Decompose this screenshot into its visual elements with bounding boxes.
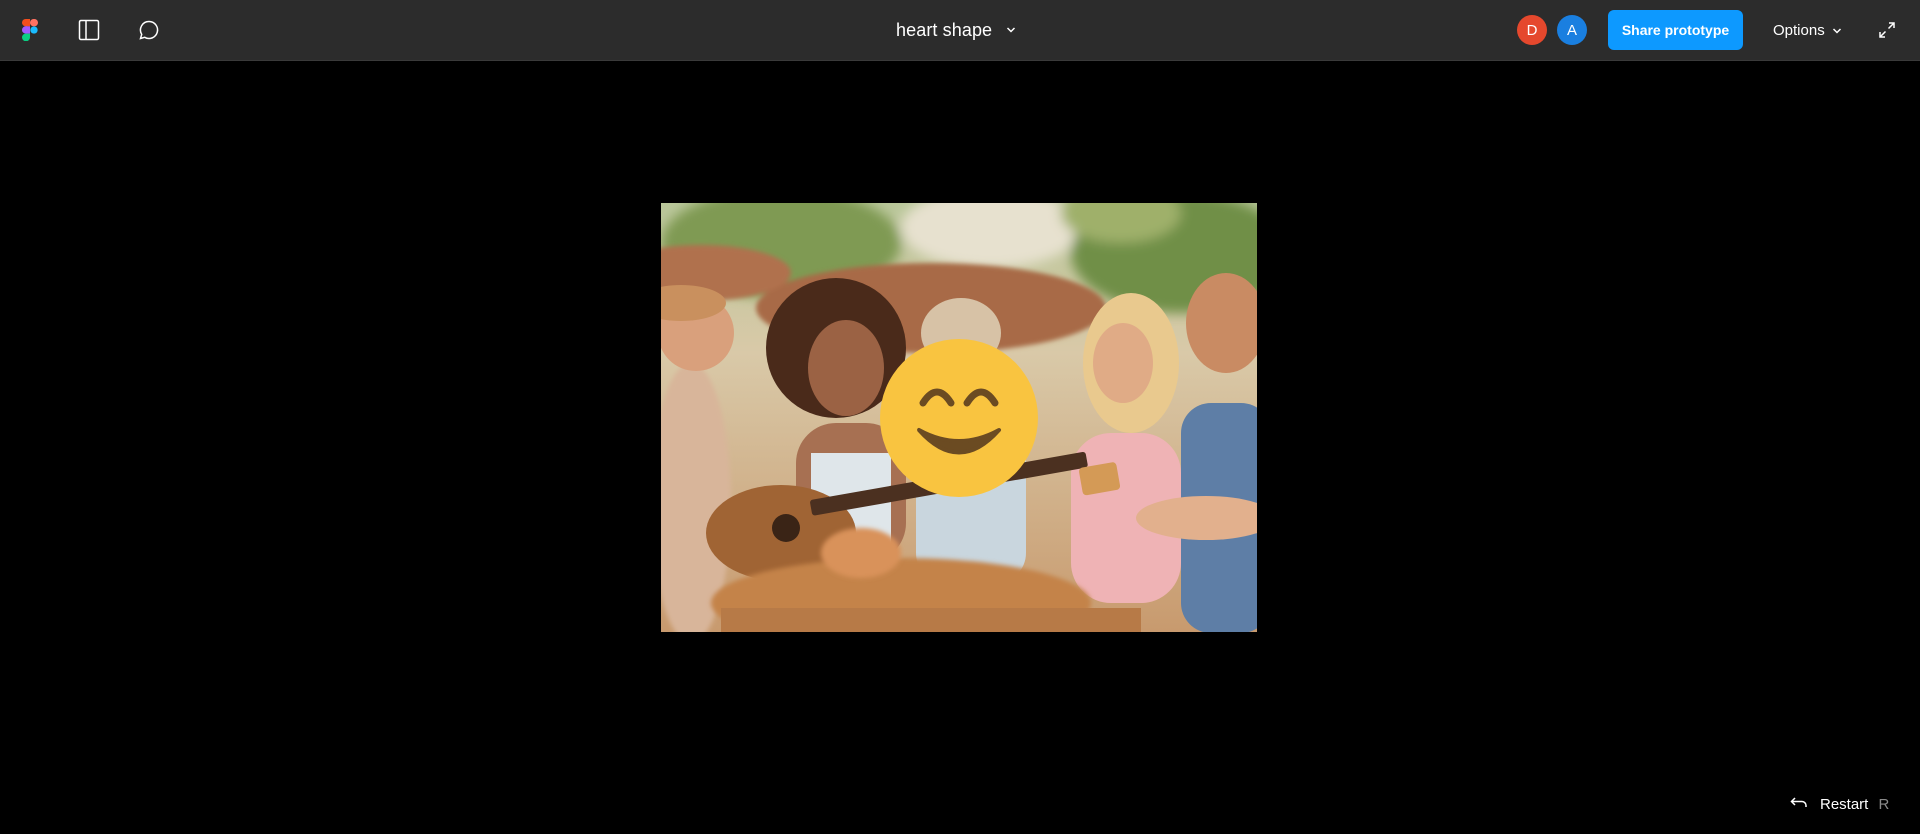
restart-label: Restart xyxy=(1820,795,1869,813)
expand-icon[interactable] xyxy=(1872,15,1902,45)
options-label: Options xyxy=(1773,21,1825,39)
figma-logo-icon[interactable] xyxy=(15,15,45,45)
prototype-frame[interactable] xyxy=(661,203,1257,632)
comment-icon[interactable] xyxy=(134,15,164,45)
options-menu[interactable]: Options xyxy=(1773,19,1842,41)
restart-shortcut: R xyxy=(1878,795,1890,813)
undo-arrow-icon xyxy=(1790,795,1808,813)
share-prototype-button[interactable]: Share prototype xyxy=(1608,10,1743,50)
avatar-d[interactable]: D xyxy=(1517,15,1547,45)
toolbar: heart shape D A Share prototype Options xyxy=(0,0,1920,61)
sidebar-toggle-icon[interactable] xyxy=(74,15,104,45)
chevron-down-icon xyxy=(1832,22,1842,39)
file-title: heart shape xyxy=(896,19,993,40)
chevron-down-icon xyxy=(1006,21,1016,39)
avatar-a[interactable]: A xyxy=(1557,15,1587,45)
file-title-menu[interactable]: heart shape xyxy=(896,17,1016,43)
group-photo xyxy=(661,203,1257,632)
restart-button[interactable]: Restart R xyxy=(1790,793,1889,815)
smiling-face-emoji xyxy=(880,339,1038,497)
